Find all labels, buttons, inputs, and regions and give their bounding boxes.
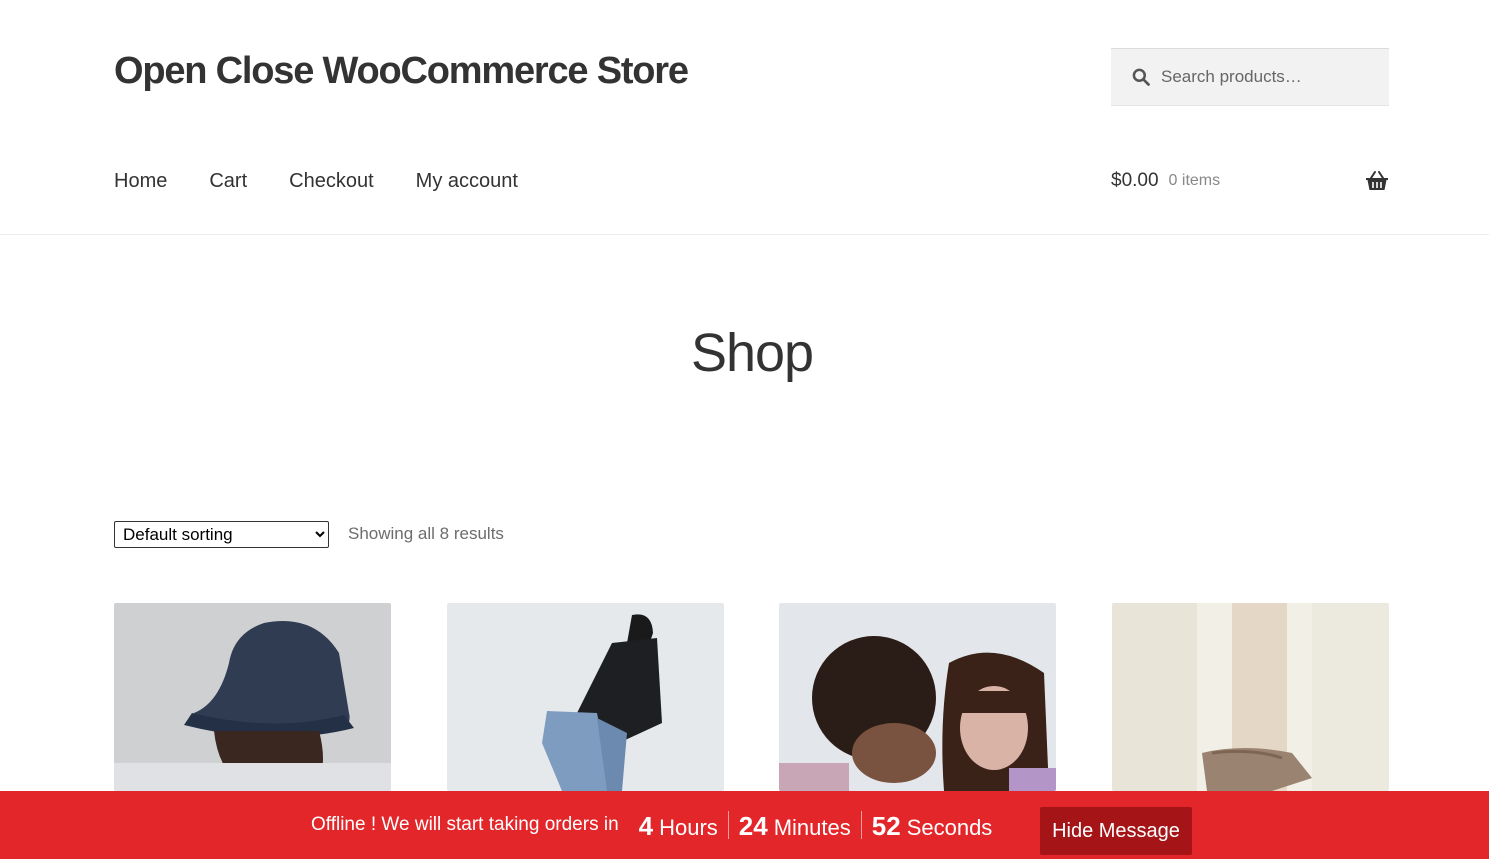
hours-value: 4	[638, 811, 654, 841]
product-image-2[interactable]	[447, 603, 724, 791]
countdown-hours: 4 Hours	[629, 811, 728, 841]
header-cart[interactable]: $0.00 0 items	[1111, 170, 1389, 192]
store-closed-notice: Offline ! We will start taking orders in…	[0, 791, 1489, 859]
product-image-4[interactable]	[1112, 603, 1389, 791]
cart-amount: $0.00	[1111, 170, 1159, 191]
product-photo-4	[1112, 603, 1389, 791]
notice-message: Offline ! We will start taking orders in	[311, 814, 619, 835]
result-count: Showing all 8 results	[348, 524, 504, 543]
product-photo-1	[114, 603, 391, 791]
sort-select[interactable]: Default sorting	[114, 521, 329, 548]
nav-item-home[interactable]: Home	[114, 170, 167, 193]
site-title[interactable]: Open Close WooCommerce Store	[114, 50, 689, 93]
primary-nav: Home Cart Checkout My account	[114, 170, 560, 193]
seconds-label: Seconds	[906, 815, 993, 840]
product-photo-2	[447, 603, 724, 791]
hide-message-button[interactable]: Hide Message	[1040, 807, 1192, 855]
minutes-label: Minutes	[773, 815, 851, 840]
nav-item-cart[interactable]: Cart	[209, 170, 247, 193]
cart-count: 0 items	[1168, 172, 1221, 189]
search-input[interactable]	[1161, 67, 1371, 87]
product-photo-3	[779, 603, 1056, 791]
nav-item-checkout[interactable]: Checkout	[289, 170, 374, 193]
page-title: Shop	[690, 323, 814, 383]
product-image-3[interactable]	[779, 603, 1056, 791]
nav-item-my-account[interactable]: My account	[416, 170, 518, 193]
minutes-value: 24	[738, 811, 768, 841]
countdown-minutes: 24 Minutes	[727, 811, 861, 841]
basket-icon	[1366, 171, 1388, 190]
countdown-seconds: 52 Seconds	[860, 811, 1003, 841]
seconds-value: 52	[871, 811, 901, 841]
search-box[interactable]	[1111, 48, 1389, 106]
countdown: Offline ! We will start taking orders in…	[311, 791, 1002, 859]
hours-label: Hours	[659, 815, 718, 840]
search-icon	[1132, 68, 1150, 86]
product-image-1[interactable]	[114, 603, 391, 791]
header-divider	[0, 234, 1489, 235]
